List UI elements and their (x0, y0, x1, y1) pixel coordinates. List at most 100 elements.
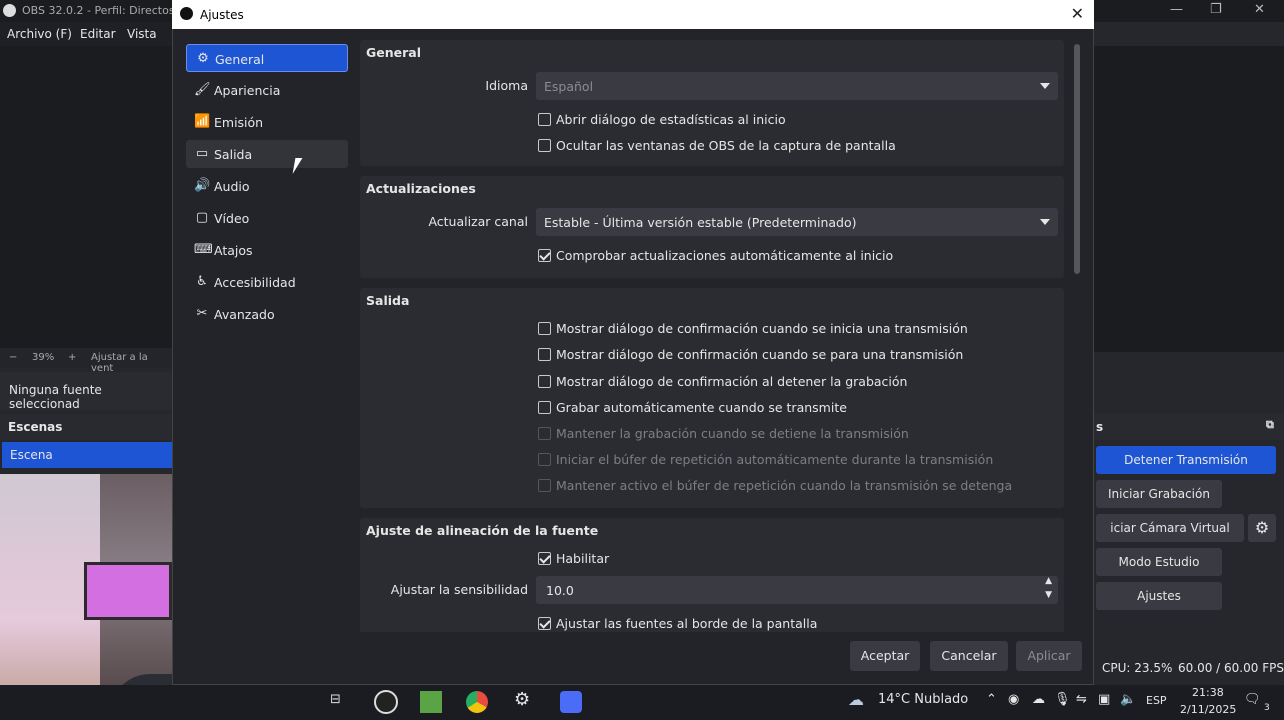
weather-text[interactable]: 14°C Nublado (878, 692, 968, 707)
close-icon[interactable]: ✕ (1071, 4, 1084, 23)
sidebar-item-label: Emisión (214, 115, 264, 130)
chevron-down-icon (1040, 83, 1050, 89)
spin-down-icon[interactable]: ▼ (1045, 590, 1052, 600)
sidebar-item-salida[interactable]: ▭ Salida (186, 140, 348, 168)
snapping-header: Ajuste de alineación de la fuente (366, 523, 599, 538)
clock-time[interactable]: 21:38 (1192, 686, 1224, 699)
no-source-label: Ninguna fuente seleccionad (9, 383, 102, 411)
checkbox-box (538, 552, 551, 565)
input-language[interactable]: ESP (1146, 694, 1167, 707)
language-select[interactable]: Español (536, 72, 1058, 100)
sidebar-item-label: Atajos (214, 243, 253, 258)
maximize-icon[interactable]: ❐ (1210, 2, 1222, 17)
virtual-camera-gear-icon[interactable]: ⚙ (1248, 514, 1276, 542)
sidebar-item-general[interactable]: ⚙ General (186, 44, 348, 72)
task-view-icon[interactable]: ⊟ (330, 692, 341, 707)
checkbox-box (538, 401, 551, 414)
sidebar-item-avanzado[interactable]: ✂ Avanzado (186, 300, 348, 328)
obs-logo-icon (180, 7, 193, 20)
close-icon[interactable]: ✕ (1254, 2, 1265, 17)
controls-header: s (1096, 420, 1104, 434)
minimize-icon[interactable]: — (1170, 2, 1183, 17)
output-header: Salida (366, 293, 410, 308)
checkbox-box (538, 322, 551, 335)
app-taskbar-icon[interactable] (560, 691, 582, 713)
checkbox-label: Mostrar diálogo de confirmación cuando s… (556, 347, 964, 362)
gear-icon: ⚙ (197, 51, 209, 66)
sidebar-item-label: Avanzado (214, 307, 275, 322)
update-channel-select[interactable]: Estable - Última versión estable (Predet… (536, 208, 1058, 236)
dock-float-icon[interactable]: ⧉ (1266, 418, 1274, 432)
dialog-title: Ajustes (200, 8, 244, 22)
taskbar: ⊟ ⚙ ☁ 14°C Nublado ⌃ ◉ ☁ 🎙 ⇋ ▣ 🔈 ESP 21:… (0, 685, 1284, 720)
chrome-taskbar-icon[interactable] (466, 691, 488, 713)
tv-screen (84, 562, 172, 620)
checkbox-label: Comprobar actualizaciones automáticament… (556, 248, 894, 263)
obs-taskbar-icon[interactable] (374, 690, 398, 714)
virtual-camera-button[interactable]: iciar Cámara Virtual (1096, 514, 1244, 542)
accept-button[interactable]: Aceptar (850, 641, 920, 671)
settings-title-bar: Ajustes ✕ (172, 0, 1094, 29)
settings-sidebar: ⚙ General 🖌 Apariencia 📶 Emisión ▭ Salid… (184, 40, 350, 630)
content-scrollbar[interactable] (1074, 44, 1080, 274)
checkbox-label: Mantener activo el búfer de repetición c… (556, 478, 1013, 493)
checkbox-label: Ajustar las fuentes al borde de la panta… (556, 616, 818, 631)
settings-content: General Idioma Español Abrir diálogo de … (358, 38, 1070, 632)
sidebar-item-video[interactable]: ▢ Vídeo (186, 204, 348, 232)
sensitivity-label: Ajustar la sensibilidad (390, 582, 528, 597)
snapping-group: Ajuste de alineación de la fuente Habili… (360, 518, 1064, 632)
tray-record-icon[interactable]: ◉ (1008, 692, 1019, 707)
checkbox-box (538, 427, 551, 440)
checkbox-box (538, 139, 551, 152)
spin-up-icon[interactable]: ▲ (1045, 576, 1052, 586)
stop-streaming-button[interactable]: Detener Transmisión (1096, 446, 1276, 474)
scene-list-item[interactable]: Escena (2, 442, 172, 468)
menu-editar[interactable]: Editar (80, 27, 116, 41)
network-icon[interactable]: ▣ (1098, 692, 1110, 707)
studio-mode-button[interactable]: Modo Estudio (1096, 548, 1222, 576)
settings-taskbar-icon[interactable]: ⚙ (514, 689, 530, 710)
volume-icon[interactable]: 🔈 (1120, 692, 1136, 707)
checkbox-label: Ocultar las ventanas de OBS de la captur… (556, 138, 896, 153)
menu-vista[interactable]: Vista (127, 27, 157, 41)
checkbox-label: Abrir diálogo de estadísticas al inicio (556, 112, 786, 127)
minecraft-taskbar-icon[interactable] (420, 691, 442, 713)
sidebar-item-apariencia[interactable]: 🖌 Apariencia (186, 76, 348, 104)
sidebar-item-atajos[interactable]: ⌨ Atajos (186, 236, 348, 264)
tray-chevron-icon[interactable]: ⌃ (986, 692, 997, 707)
checkbox-label: Mostrar diálogo de confirmación al deten… (556, 374, 908, 389)
checkbox-label: Iniciar el búfer de repetición automátic… (556, 452, 994, 467)
sensitivity-value: 10.0 (546, 583, 574, 598)
clock-date[interactable]: 2/11/2025 (1180, 703, 1236, 716)
apply-button[interactable]: Aplicar (1016, 641, 1082, 671)
language-value: Español (544, 79, 594, 94)
controls-dock-header: s ⧉ (1094, 414, 1284, 440)
sidebar-item-emision[interactable]: 📶 Emisión (186, 108, 348, 136)
sidebar-item-accesibilidad[interactable]: ♿ Accesibilidad (186, 268, 348, 296)
start-recording-button[interactable]: Iniciar Grabación (1096, 480, 1222, 508)
checkbox-label: Mantener la grabación cuando se detiene … (556, 426, 909, 441)
screen-icon: ▢ (195, 210, 209, 225)
zoom-in-icon[interactable]: + (68, 352, 76, 363)
sidebar-item-audio[interactable]: 🔊 Audio (186, 172, 348, 200)
sensitivity-spinbox[interactable]: 10.0 ▲ ▼ (536, 576, 1058, 604)
settings-button[interactable]: Ajustes (1096, 582, 1222, 610)
cancel-button[interactable]: Cancelar (930, 641, 1008, 671)
scene-item-label: Escena (10, 448, 53, 462)
chevron-down-icon (1040, 219, 1050, 225)
language-label: Idioma (485, 78, 528, 93)
tray-cloud-icon[interactable]: ☁ (1032, 692, 1045, 707)
checkbox-box (538, 479, 551, 492)
general-header: General (366, 45, 421, 60)
menu-archivo[interactable]: Archivo (F) (7, 27, 72, 41)
zoom-fit-label[interactable]: Ajustar a la vent (91, 352, 172, 374)
usb-icon[interactable]: ⇋ (1076, 692, 1087, 707)
zoom-out-icon[interactable]: − (9, 352, 17, 363)
obs-window-title: OBS 32.0.2 - Perfil: Directos Ki (22, 4, 189, 17)
checkbox-box (538, 113, 551, 126)
checkbox-label: Mostrar diálogo de confirmación cuando s… (556, 321, 968, 336)
notification-icon[interactable]: 🗨 (1244, 692, 1261, 707)
update-channel-value: Estable - Última versión estable (Predet… (544, 215, 857, 230)
sidebar-item-label: Salida (214, 147, 253, 162)
microphone-icon[interactable]: 🎙 (1054, 692, 1071, 707)
